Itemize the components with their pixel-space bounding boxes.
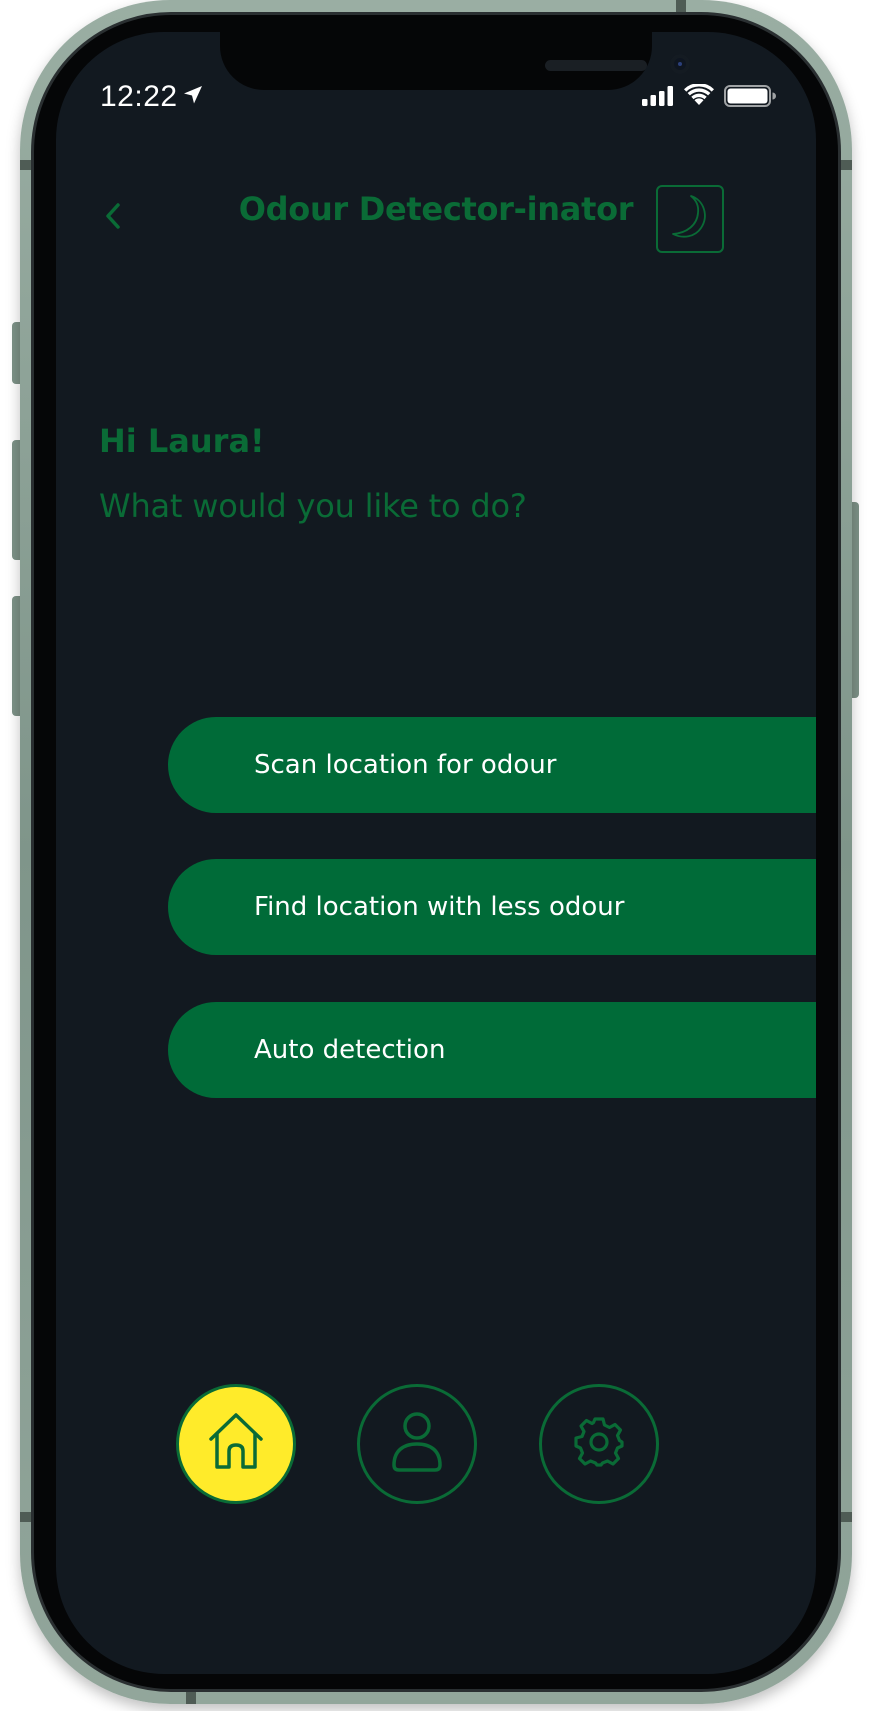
antenna-band <box>186 1690 196 1704</box>
action-label: Scan location for odour <box>254 750 557 780</box>
user-icon <box>389 1409 445 1479</box>
theme-toggle-button[interactable] <box>656 185 724 253</box>
battery-icon <box>724 85 776 111</box>
speaker-grille <box>545 60 647 71</box>
front-camera <box>670 54 690 74</box>
app-screen: 12:22 Odour Detector-inator Hi Laura! Wh… <box>56 32 816 1674</box>
find-location-button[interactable]: Find location with less odour <box>168 859 816 955</box>
wifi-icon <box>684 83 714 110</box>
location-arrow-icon <box>183 85 203 109</box>
greeting-question: What would you like to do? <box>99 487 527 525</box>
greeting-heading: Hi Laura! <box>99 422 265 460</box>
home-icon <box>203 1409 269 1479</box>
scan-location-button[interactable]: Scan location for odour <box>168 717 816 813</box>
auto-detection-button[interactable]: Auto detection <box>168 1002 816 1098</box>
action-label: Auto detection <box>254 1035 446 1065</box>
nav-home-button[interactable] <box>176 1384 296 1504</box>
notch <box>220 32 690 90</box>
nav-profile-button[interactable] <box>357 1384 477 1504</box>
action-label: Find location with less odour <box>254 892 625 922</box>
device-mockup: 12:22 Odour Detector-inator Hi Laura! Wh… <box>0 0 871 1711</box>
moon-icon <box>667 192 713 246</box>
cellular-signal-icon <box>642 86 676 110</box>
gear-icon <box>572 1415 626 1473</box>
nav-settings-button[interactable] <box>539 1384 659 1504</box>
status-time: 12:22 <box>100 80 178 113</box>
